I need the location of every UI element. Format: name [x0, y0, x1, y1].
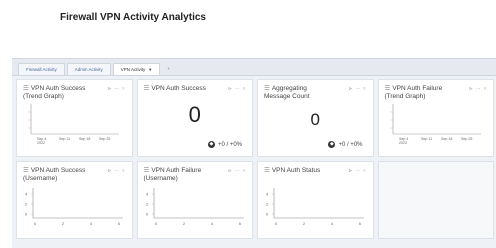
menu-icon[interactable]: ☰: [144, 85, 150, 92]
x-tick-label: Sep 18: [79, 137, 90, 141]
tab-admin-activity[interactable]: Admin Activity: [66, 63, 111, 75]
trend-chart: Sep 42022Sep 11 Sep 18 Sep 25: [389, 104, 481, 145]
x-tick-label: Sep 25: [99, 137, 110, 141]
widget-title-text: VPN Auth Failure (Trend Graph): [384, 85, 443, 100]
x-tick-label: 4: [90, 221, 93, 226]
y-tick-label: 0: [146, 212, 149, 217]
widget-tools-icon[interactable]: ⊳ ⋯ ▿: [348, 168, 366, 174]
metric-delta: ◆ +0 / +0%: [207, 141, 242, 148]
menu-icon[interactable]: ☰: [264, 85, 270, 92]
dashboard-tabs: Firewall Activity Admin Activity VPN Act…: [12, 59, 496, 76]
x-tick-label-year: 2022: [37, 141, 45, 145]
widget-title-text: VPN Auth Failure (Username): [143, 167, 202, 182]
widget-tools-icon[interactable]: ⊳ ⋯ ▿: [107, 168, 125, 174]
y-tick-label: 4: [266, 192, 269, 197]
widget-title-text: VPN Auth Success: [151, 85, 206, 92]
widget-title-text: VPN Auth Success (Username): [23, 167, 86, 182]
x-tick-label: 0: [275, 221, 278, 226]
x-tick-label: 0: [34, 221, 37, 226]
widget-title: ☰ VPN Auth Success (Username): [23, 167, 93, 183]
widget-title: ☰ Aggregating Message Count: [264, 85, 334, 101]
x-tick-label: 2: [303, 221, 306, 226]
y-tick-label: 2: [25, 202, 28, 207]
widget-title-text: Aggregating Message Count: [264, 85, 310, 100]
delta-indicator-icon: ◆: [328, 141, 336, 148]
widget-title: ☰ VPN Auth Failure (Trend Graph): [385, 85, 455, 101]
widget-card[interactable]: ☰ VPN Auth Success (Username) ⊳ ⋯ ▿ 4 2 0 0 2 4 6: [16, 161, 133, 239]
widget-card[interactable]: ☰ VPN Auth Status ⊳ ⋯ ▿ 4 2 0 0 2 4 6: [257, 161, 374, 239]
bar-chart: 4 2 00 2 4 6: [146, 188, 244, 226]
widget-card[interactable]: ☰ Aggregating Message Count ⊳ ⋯ ▿ 0 ◆ +0 / +0…: [257, 79, 374, 157]
widget-grid: ☰ VPN Auth Success (Trend Graph) ⊳ ⋯ ▿ Sep …: [16, 79, 494, 239]
y-tick-label: 2: [146, 202, 149, 207]
x-tick-label: Sep 25: [461, 137, 472, 141]
widget-card[interactable]: ☰ VPN Auth Failure (Username) ⊳ ⋯ ▿ 4 2 0 0 2 4 6: [136, 161, 253, 239]
x-tick-label: 4: [331, 221, 334, 226]
trend-chart: Sep 42022Sep 11 Sep 18 Sep 25: [28, 104, 119, 145]
widget-title: ☰ VPN Auth Success (Trend Graph): [23, 85, 93, 101]
page-title: Firewall VPN Activity Analytics: [60, 12, 206, 23]
chevron-down-icon[interactable]: ▼: [148, 67, 152, 72]
menu-icon[interactable]: ☰: [23, 167, 29, 174]
tab-vpn-activity-label: VPN Activity: [120, 67, 146, 72]
metric-delta-text: +0 / +0%: [217, 141, 242, 148]
x-tick-label-year: 2022: [399, 141, 407, 145]
x-tick-label: 6: [238, 221, 241, 226]
widget-title: ☰ VPN Auth Failure (Username): [144, 167, 214, 183]
widget-title: ☰ VPN Auth Status: [264, 167, 334, 175]
menu-icon[interactable]: ☰: [264, 167, 270, 174]
delta-indicator-icon: ◆: [207, 141, 215, 148]
y-tick-label: 2: [266, 202, 269, 207]
menu-icon[interactable]: ☰: [144, 167, 150, 174]
dashboard: Firewall Activity Admin Activity VPN Act…: [12, 58, 496, 248]
widget-title-text: VPN Auth Status: [271, 167, 321, 174]
x-tick-label: 6: [118, 221, 121, 226]
widget-title: ☰ VPN Auth Success: [144, 85, 214, 93]
x-tick-label: 0: [154, 221, 157, 226]
widget-tools-icon[interactable]: ⊳ ⋯ ▿: [348, 86, 366, 92]
y-tick-label: 4: [25, 192, 28, 197]
bar-chart: 4 2 0 0 2 4 6: [266, 188, 364, 226]
tab-firewall-activity[interactable]: Firewall Activity: [18, 63, 65, 75]
widget-card[interactable]: ☰ VPN Auth Success ⊳ ⋯ ▿ 0 ◆ +0 / +0%: [136, 79, 253, 157]
y-tick-label: 4: [146, 192, 149, 197]
metric-value: 0: [310, 110, 320, 129]
widget-title-text: VPN Auth Success (Trend Graph): [23, 85, 86, 100]
metric-delta-text: +0 / +0%: [338, 141, 363, 148]
menu-icon[interactable]: ☰: [385, 85, 391, 92]
widget-tools-icon[interactable]: ⊳ ⋯ ▿: [107, 86, 125, 92]
x-tick-label: 2: [182, 221, 185, 226]
x-tick-label: 6: [359, 221, 362, 226]
menu-icon[interactable]: ☰: [23, 85, 29, 92]
y-tick-label: 0: [266, 212, 269, 217]
widget-tools-icon[interactable]: ⊳ ⋯ ▿: [228, 168, 246, 174]
widget-tools-icon[interactable]: ⊳ ⋯ ▿: [469, 86, 487, 92]
x-tick-label: Sep 11: [421, 137, 432, 141]
tab-vpn-activity[interactable]: VPN Activity ▼: [112, 63, 161, 75]
widget-card[interactable]: ☰ VPN Auth Failure (Trend Graph) ⊳ ⋯ ▿ Sep …: [377, 79, 494, 157]
widget-card[interactable]: ☰ VPN Auth Success (Trend Graph) ⊳ ⋯ ▿ Sep …: [16, 79, 133, 157]
empty-widget-slot: [377, 161, 494, 239]
metric-value: 0: [188, 102, 201, 127]
widget-tools-icon[interactable]: ⊳ ⋯ ▿: [228, 86, 246, 92]
x-tick-label: Sep 11: [59, 137, 70, 141]
metric-delta: ◆ +0 / +0%: [328, 141, 363, 148]
bar-chart: 4 2 0 0 2 4 6: [25, 188, 123, 226]
x-tick-label: Sep 18: [441, 137, 452, 141]
y-tick-label: 0: [25, 212, 28, 217]
x-tick-label: 4: [210, 221, 213, 226]
add-tab-button[interactable]: +: [162, 63, 175, 75]
x-tick-label: 2: [62, 221, 65, 226]
